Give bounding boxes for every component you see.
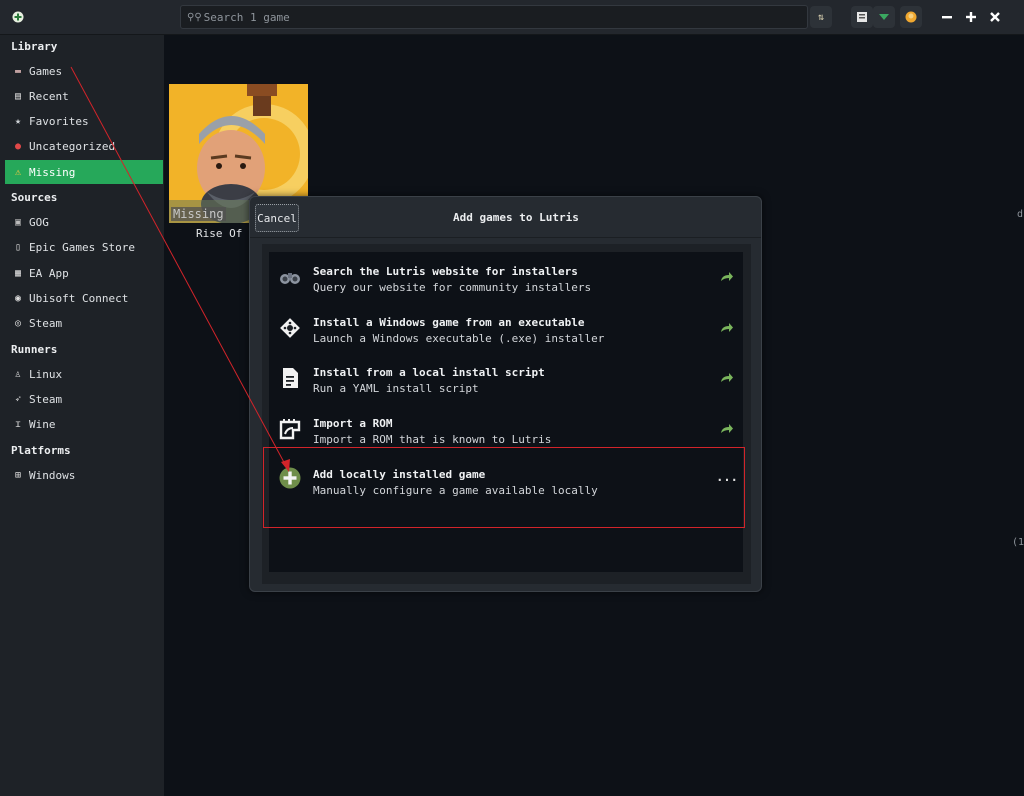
annotation-arrow xyxy=(70,66,290,472)
